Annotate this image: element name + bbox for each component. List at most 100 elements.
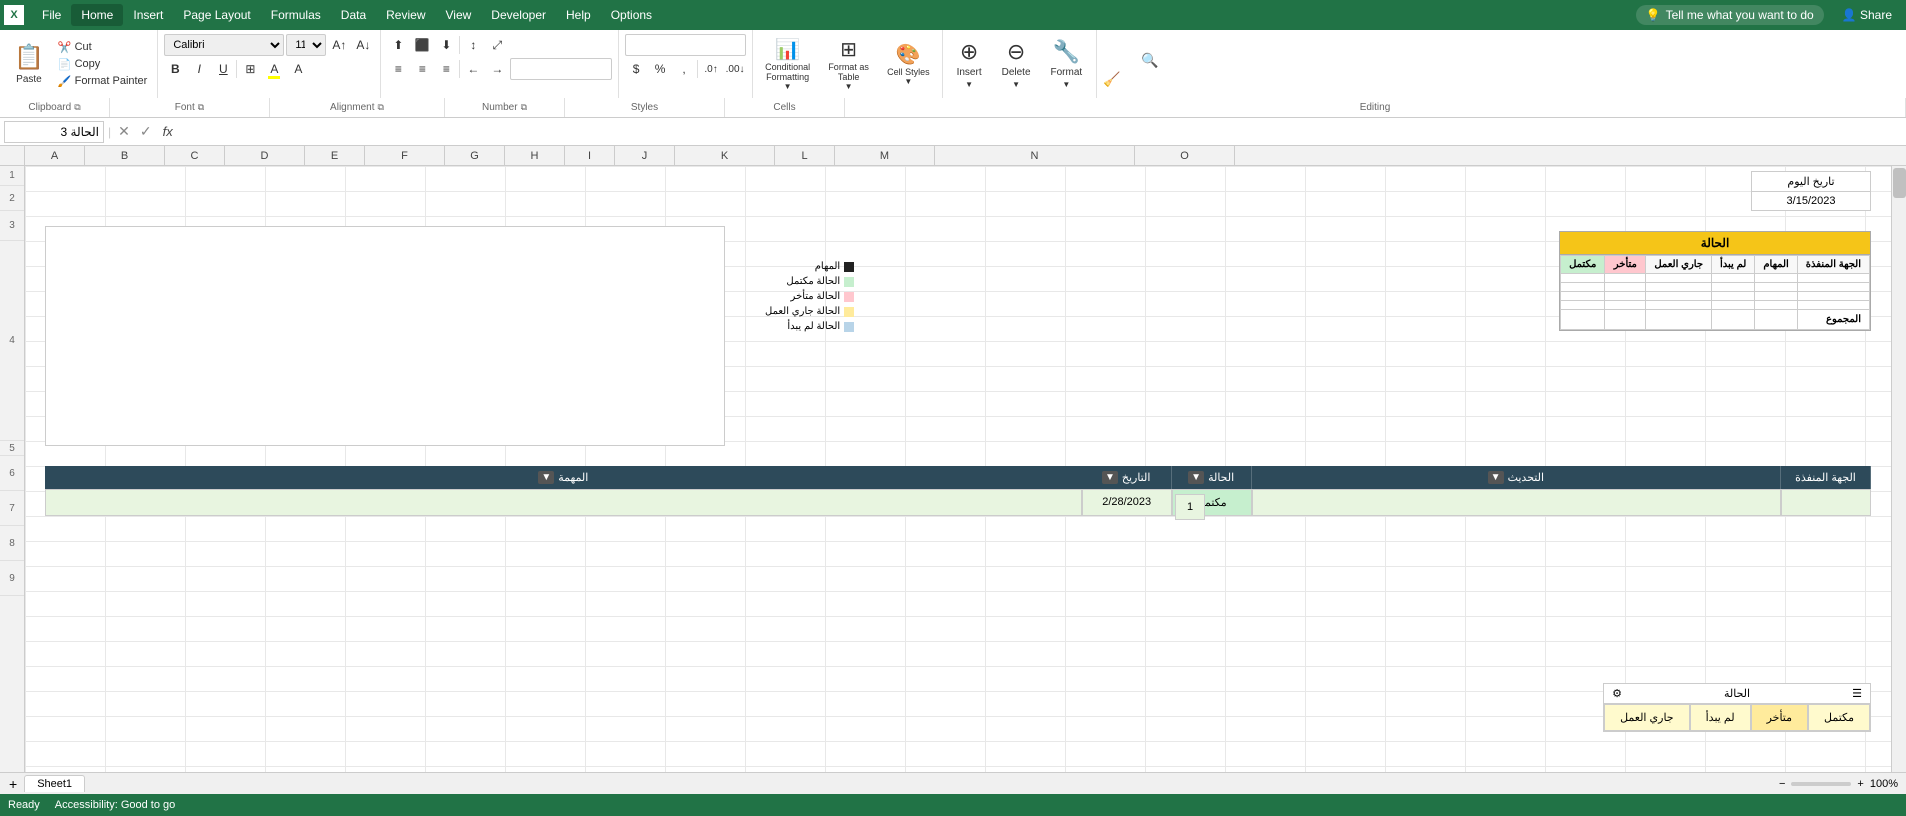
insert-button[interactable]: ⊕ Insert ▼ [949, 36, 990, 92]
menu-insert[interactable]: Insert [123, 4, 173, 26]
menu-data[interactable]: Data [331, 4, 376, 26]
add-sheet-button[interactable]: + [5, 774, 21, 794]
col-header-J[interactable]: J [615, 146, 675, 165]
clipboard-expand-icon[interactable]: ⧉ [74, 102, 80, 113]
table-row[interactable] [1561, 283, 1870, 292]
col-header-G[interactable]: G [445, 146, 505, 165]
menu-formulas[interactable]: Formulas [261, 4, 331, 26]
zoom-in-icon[interactable]: + [1857, 778, 1863, 790]
comma-button[interactable]: , [673, 58, 695, 80]
font-name-select[interactable]: Calibri [164, 34, 284, 56]
currency-button[interactable]: $ [625, 58, 647, 80]
row-num-1[interactable]: 1 [0, 166, 24, 186]
row-num-9[interactable]: 9 [0, 561, 24, 596]
filter-delayed[interactable]: متأخر [1751, 704, 1808, 731]
underline-button[interactable]: U [212, 58, 234, 80]
table-row[interactable] [1561, 292, 1870, 301]
increase-decimal-button[interactable]: .0↑ [700, 58, 722, 80]
row1-agency[interactable] [1781, 489, 1871, 516]
col-header-A[interactable]: A [25, 146, 85, 165]
font-expand-icon[interactable]: ⧉ [198, 102, 204, 113]
formula-confirm-button[interactable]: ✓ [137, 123, 155, 140]
fill-color-button[interactable]: A [263, 58, 285, 80]
paste-button[interactable]: 📋 Paste [6, 40, 52, 88]
col-header-K[interactable]: K [675, 146, 775, 165]
row-num-8[interactable]: 8 [0, 526, 24, 561]
menu-page-layout[interactable]: Page Layout [173, 4, 260, 26]
number-format-select[interactable]: General ▼ [625, 34, 746, 56]
text-angle-button[interactable]: ⤢ [486, 34, 508, 56]
scroll-thumb[interactable] [1893, 168, 1906, 198]
filter-completed[interactable]: مكتمل [1808, 704, 1870, 731]
col-header-D[interactable]: D [225, 146, 305, 165]
align-middle-button[interactable]: ⬛ [411, 34, 433, 56]
align-right-button[interactable]: ≡ [435, 58, 457, 80]
col-header-E[interactable]: E [305, 146, 365, 165]
decrease-font-button[interactable]: A↓ [352, 34, 374, 56]
font-size-select[interactable]: 11 [286, 34, 326, 56]
row-num-4[interactable]: 4 [0, 241, 24, 441]
format-painter-button[interactable]: 🖌️ Format Painter [54, 74, 151, 89]
menu-file[interactable]: File [32, 4, 71, 26]
increase-indent-button[interactable]: → [486, 58, 508, 80]
percent-button[interactable]: % [649, 58, 671, 80]
format-button[interactable]: 🔧 Format ▼ [1043, 36, 1091, 92]
menu-help[interactable]: Help [556, 4, 601, 26]
formula-cancel-button[interactable]: ✕ [115, 123, 133, 140]
tell-me-box[interactable]: 💡 Tell me what you want to do [1636, 5, 1824, 25]
align-top-button[interactable]: ⬆ [387, 34, 409, 56]
row-num-5[interactable]: 5 [0, 441, 24, 456]
chart-area[interactable] [45, 226, 725, 446]
filter-not-started[interactable]: لم يبدأ [1690, 704, 1751, 731]
name-box[interactable] [4, 121, 104, 143]
font-color-button[interactable]: A [287, 58, 309, 80]
text-direction-button[interactable]: ↕ [462, 34, 484, 56]
italic-button[interactable]: I [188, 58, 210, 80]
merge-center-button[interactable]: ⊞ Merge & Center ▼ [510, 58, 612, 80]
col-header-C[interactable]: C [165, 146, 225, 165]
row-num-3[interactable]: 3 [0, 211, 24, 241]
col-header-O[interactable]: O [1135, 146, 1235, 165]
table-row[interactable] [1561, 274, 1870, 283]
delete-button[interactable]: ⊖ Delete ▼ [994, 36, 1039, 92]
decrease-indent-button[interactable]: ← [462, 58, 484, 80]
row-num-6[interactable]: 6 [0, 456, 24, 491]
content-area[interactable]: تاريخ اليوم 3/15/2023 الحالة الجهة المنف… [25, 166, 1891, 772]
row1-date[interactable]: 2/28/2023 [1082, 489, 1172, 516]
date-value[interactable]: 3/15/2023 [1752, 192, 1870, 210]
col-header-H[interactable]: H [505, 146, 565, 165]
col-header-B[interactable]: B [85, 146, 165, 165]
menu-view[interactable]: View [436, 4, 482, 26]
col-header-F[interactable]: F [365, 146, 445, 165]
border-button[interactable]: ⊞ [239, 58, 261, 80]
total-row[interactable]: المجموع [1561, 310, 1870, 330]
wrap-text-button[interactable]: ↵ Text Wrap [510, 34, 554, 56]
bold-button[interactable]: B [164, 58, 186, 80]
copy-button[interactable]: 📄 Copy [54, 57, 151, 72]
align-center-button[interactable]: ≡ [411, 58, 433, 80]
conditional-formatting-button[interactable]: 📊 Conditional Formatting ▼ [759, 34, 816, 94]
cell-styles-button[interactable]: 🎨 Cell Styles ▼ [881, 39, 936, 89]
row-num-7[interactable]: 7 [0, 491, 24, 526]
formula-input[interactable] [181, 121, 1902, 143]
table-row[interactable]: مكتمل 2/28/2023 [45, 489, 1871, 516]
vertical-scrollbar[interactable] [1891, 166, 1906, 772]
align-bottom-button[interactable]: ⬇ [435, 34, 457, 56]
col-header-L[interactable]: L [775, 146, 835, 165]
number-expand-icon[interactable]: ⧉ [521, 102, 527, 113]
menu-developer[interactable]: Developer [481, 4, 556, 26]
cut-button[interactable]: ✂️ Cut [54, 40, 151, 55]
menu-home[interactable]: Home [71, 4, 123, 26]
function-button[interactable]: fx [159, 124, 177, 139]
menu-review[interactable]: Review [376, 4, 435, 26]
row1-task[interactable] [45, 489, 1082, 516]
filter-in-progress[interactable]: جاري العمل [1604, 704, 1690, 731]
col-header-N[interactable]: N [935, 146, 1135, 165]
table-row[interactable] [1561, 301, 1870, 310]
decrease-decimal-button[interactable]: .00↓ [724, 58, 746, 80]
align-left-button[interactable]: ≡ [387, 58, 409, 80]
share-btn[interactable]: 👤 Share [1832, 4, 1902, 26]
row1-update[interactable] [1252, 489, 1781, 516]
menu-options[interactable]: Options [601, 4, 662, 26]
alignment-expand-icon[interactable]: ⧉ [378, 102, 384, 113]
